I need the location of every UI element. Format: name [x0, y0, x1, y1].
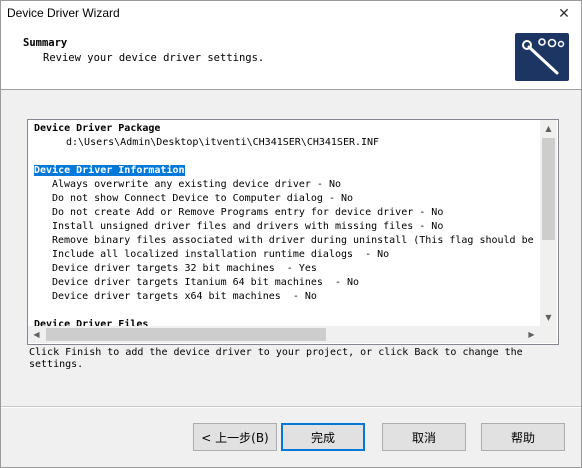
scroll-up-icon[interactable]: ▲ [540, 120, 557, 137]
summary-textbox[interactable]: Device Driver Package d:\Users\Admin\Desk… [27, 119, 559, 345]
back-button[interactable]: < 上一步(B) [193, 423, 277, 451]
summary-section-heading: Device Driver Information [34, 165, 185, 176]
wizard-header: Summary Review your device driver settin… [1, 27, 581, 90]
page-title: Summary [23, 37, 68, 49]
horizontal-scrollbar[interactable]: ◀ ▶ [28, 326, 540, 343]
summary-line: Include all localized installation runti… [52, 249, 390, 260]
scroll-left-icon[interactable]: ◀ [28, 326, 45, 343]
vertical-scrollbar[interactable]: ▲ ▼ [540, 120, 557, 326]
close-icon[interactable]: ✕ [547, 1, 581, 27]
horizontal-scroll-thumb[interactable] [46, 328, 326, 341]
summary-section-heading: Device Driver Package [34, 123, 161, 134]
vertical-scroll-thumb[interactable] [542, 138, 555, 240]
title-bar[interactable]: Device Driver Wizard ✕ [1, 1, 581, 27]
help-button[interactable]: 帮助 [481, 423, 565, 451]
summary-text-area[interactable]: Device Driver Package d:\Users\Admin\Desk… [28, 120, 540, 326]
summary-line: Do not show Connect Device to Computer d… [52, 193, 354, 204]
summary-line: Remove binary files associated with driv… [52, 235, 540, 246]
scrollbar-corner [540, 326, 557, 343]
summary-line: Install unsigned driver files and driver… [52, 221, 444, 232]
wizard-window: Device Driver Wizard ✕ Summary Review yo… [0, 0, 582, 468]
window-title: Device Driver Wizard [7, 6, 120, 20]
footer-divider [1, 406, 581, 408]
finish-instruction: Click Finish to add the device driver to… [29, 347, 523, 370]
summary-line: Do not create Add or Remove Programs ent… [52, 207, 444, 218]
summary-line: Always overwrite any existing device dri… [52, 179, 341, 190]
summary-line: Device driver targets x64 bit machines -… [52, 291, 317, 302]
summary-line: d:\Users\Admin\Desktop\itventi\CH341SER\… [66, 137, 380, 148]
wizard-wand-icon [515, 33, 569, 81]
summary-line: Device driver targets Itanium 64 bit mac… [52, 277, 360, 288]
summary-section-heading: Device Driver Files [34, 319, 149, 326]
scroll-right-icon[interactable]: ▶ [523, 326, 540, 343]
summary-line: Device driver targets 32 bit machines - … [52, 263, 317, 274]
finish-button[interactable]: 完成 [281, 423, 365, 451]
cancel-button[interactable]: 取消 [382, 423, 466, 451]
scroll-down-icon[interactable]: ▼ [540, 309, 557, 326]
page-subtitle: Review your device driver settings. [43, 52, 265, 64]
